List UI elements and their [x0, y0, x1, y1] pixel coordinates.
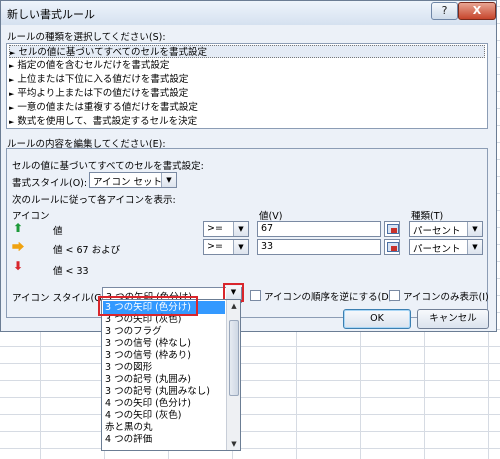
- title-bar: 新しい書式ルール ? X: [1, 1, 496, 25]
- icon-column-header: アイコン: [12, 211, 50, 222]
- icon-rule-label: 値 < 67 および: [53, 245, 121, 256]
- format-style-select[interactable]: アイコン セット ▼: [89, 172, 177, 188]
- icon-rule-label: 値 < 33: [53, 266, 89, 277]
- bullet-icon: ►: [9, 104, 15, 112]
- rule-hint: 次のルールに従って各アイコンを表示:: [12, 195, 176, 206]
- bullet-icon: ►: [9, 90, 15, 98]
- scroll-thumb[interactable]: [229, 320, 239, 396]
- cell-reference-icon[interactable]: [384, 221, 400, 237]
- value-column-header: 値(V): [259, 211, 283, 222]
- rule-type-item[interactable]: ► 数式を使用して、書式設定するセルを決定: [9, 115, 197, 128]
- bullet-icon: ►: [9, 118, 15, 126]
- chevron-down-icon: ▼: [467, 222, 482, 236]
- arrow-right-icon: ⮕: [12, 240, 25, 254]
- help-button[interactable]: ?: [431, 2, 458, 20]
- type-select[interactable]: パーセント ▼: [409, 221, 483, 237]
- chevron-down-icon: ▼: [233, 222, 248, 236]
- value-input[interactable]: 33: [257, 239, 381, 255]
- highlight-selected-option: [98, 296, 198, 316]
- rule-type-list[interactable]: ► セルの値に基づいてすべてのセルを書式設定 ► 指定の値を含むセルだけを書式設定 …: [6, 43, 488, 129]
- icon-only-checkbox[interactable]: [389, 290, 400, 301]
- reverse-order-label: アイコンの順序を逆にする(D): [264, 292, 393, 303]
- arrow-up-icon: ⬆: [13, 221, 24, 235]
- chevron-down-icon: ▼: [467, 240, 482, 254]
- format-style-label: 書式スタイル(O):: [12, 178, 88, 189]
- rule-type-item[interactable]: ► 一意の値または重複する値だけを書式設定: [9, 101, 198, 114]
- rule-type-item[interactable]: ► セルの値に基づいてすべてのセルを書式設定: [9, 45, 485, 58]
- arrow-down-icon: ⬇: [13, 259, 24, 273]
- rule-type-label: ルールの種類を選択してください(S):: [7, 32, 166, 43]
- reverse-order-checkbox[interactable]: [250, 290, 261, 301]
- cell-reference-icon[interactable]: [384, 239, 400, 255]
- rule-type-item[interactable]: ► 平均より上または下の値だけを書式設定: [9, 87, 188, 100]
- dialog-title: 新しい書式ルール: [7, 8, 95, 21]
- icon-style-label: アイコン スタイル(G):: [12, 293, 109, 304]
- chevron-down-icon: ▼: [233, 240, 248, 254]
- chevron-down-icon: ▼: [161, 173, 176, 187]
- bullet-icon: ►: [9, 76, 15, 84]
- rule-type-item[interactable]: ► 指定の値を含むセルだけを書式設定: [9, 59, 169, 72]
- cancel-button[interactable]: キャンセル: [417, 309, 489, 329]
- scroll-down-icon[interactable]: ▼: [227, 438, 240, 450]
- ok-button[interactable]: OK: [343, 309, 411, 329]
- close-button[interactable]: X: [458, 2, 496, 20]
- new-format-rule-dialog: 新しい書式ルール ? X ルールの種類を選択してください(S): ► セルの値に基…: [0, 0, 497, 332]
- operator-select[interactable]: >= ▼: [203, 221, 249, 237]
- scroll-up-icon[interactable]: ▲: [227, 300, 240, 312]
- type-column-header: 種類(T): [411, 211, 444, 222]
- icon-only-label: アイコンのみ表示(I): [403, 292, 489, 303]
- value-input[interactable]: 67: [257, 221, 381, 237]
- icon-style-dropdown-list[interactable]: 3 つの矢印 (色分け) 3 つの矢印 (灰色) 3 つのフラグ 3 つの信号 …: [101, 299, 241, 451]
- rule-type-item[interactable]: ► 上位または下位に入る値だけを書式設定: [9, 73, 188, 86]
- bullet-icon: ►: [9, 62, 15, 70]
- icon-rule-label: 値: [53, 226, 63, 237]
- edit-subtitle: セルの値に基づいてすべてのセルを書式設定:: [12, 161, 204, 172]
- bullet-icon: ►: [10, 49, 16, 57]
- type-select[interactable]: パーセント ▼: [409, 239, 483, 255]
- dropdown-scrollbar[interactable]: ▲ ▼: [226, 300, 240, 450]
- operator-select[interactable]: >= ▼: [203, 239, 249, 255]
- dropdown-option[interactable]: 4 つの評価: [105, 433, 152, 446]
- chevron-down-icon[interactable]: ▼: [226, 286, 241, 299]
